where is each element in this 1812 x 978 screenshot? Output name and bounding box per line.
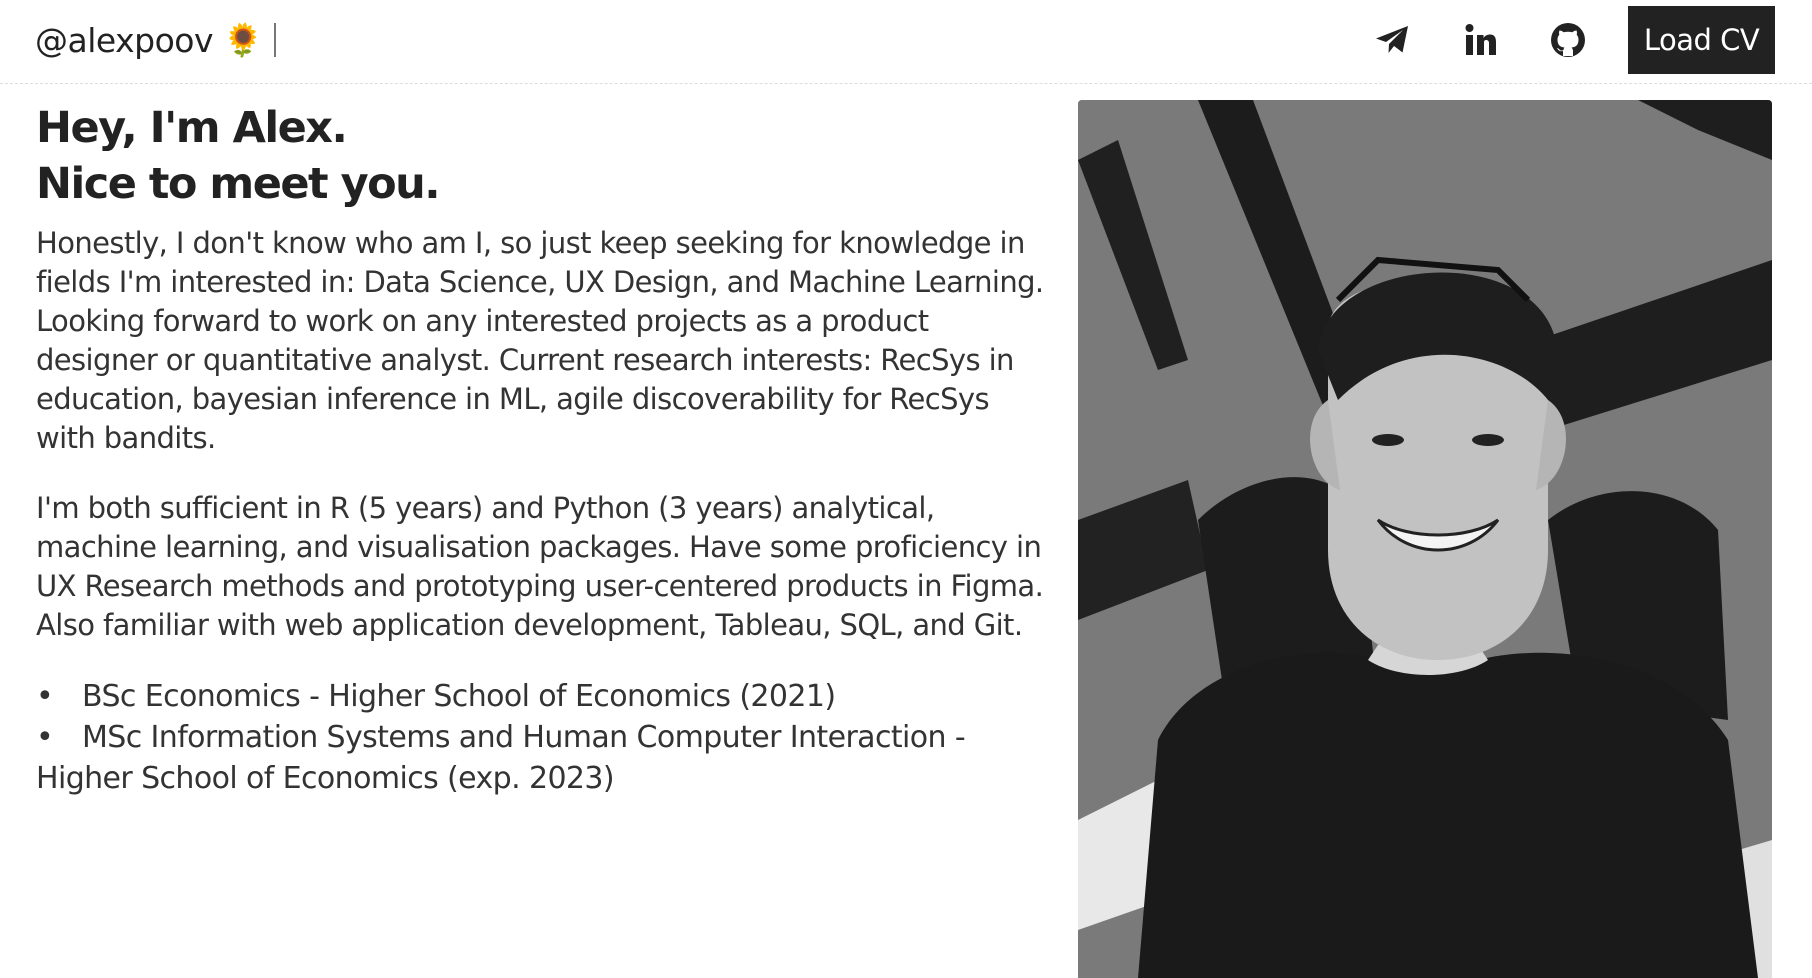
bio-paragraph-2: I'm both sufficient in R (5 years) and P… (36, 491, 1044, 642)
telegram-icon[interactable] (1368, 16, 1416, 64)
education-list: • BSc Economics - Higher School of Econom… (36, 676, 1056, 799)
brand-separator (274, 23, 277, 57)
brand-handle[interactable]: @alexpoov (35, 21, 214, 60)
bullet-icon: • (36, 720, 54, 755)
intro-section: Hey, I'm Alex. Nice to meet you. Honestl… (36, 100, 1056, 799)
site-header: @alexpoov 🌻 Load CV (0, 0, 1812, 84)
brand[interactable]: @alexpoov 🌻 (35, 18, 277, 62)
list-item: • MSc Information Systems and Human Compu… (36, 717, 1056, 799)
page-title: Hey, I'm Alex. Nice to meet you. (36, 100, 1056, 212)
bio-paragraph-1: Honestly, I don't know who am I, so just… (36, 226, 1044, 455)
greeting-line-1: Hey, I'm Alex. (36, 103, 348, 153)
sunflower-icon: 🌻 (223, 21, 263, 59)
education-item-bsc: BSc Economics - Higher School of Economi… (82, 679, 836, 714)
list-item: • BSc Economics - Higher School of Econom… (36, 676, 1056, 717)
load-cv-button[interactable]: Load CV (1628, 6, 1775, 74)
education-item-msc: MSc Information Systems and Human Comput… (36, 720, 966, 796)
bullet-icon: • (36, 679, 54, 714)
profile-photo (1078, 100, 1772, 978)
greeting-line-2: Nice to meet you. (36, 159, 441, 209)
linkedin-icon[interactable] (1457, 16, 1505, 64)
github-icon[interactable] (1544, 16, 1592, 64)
